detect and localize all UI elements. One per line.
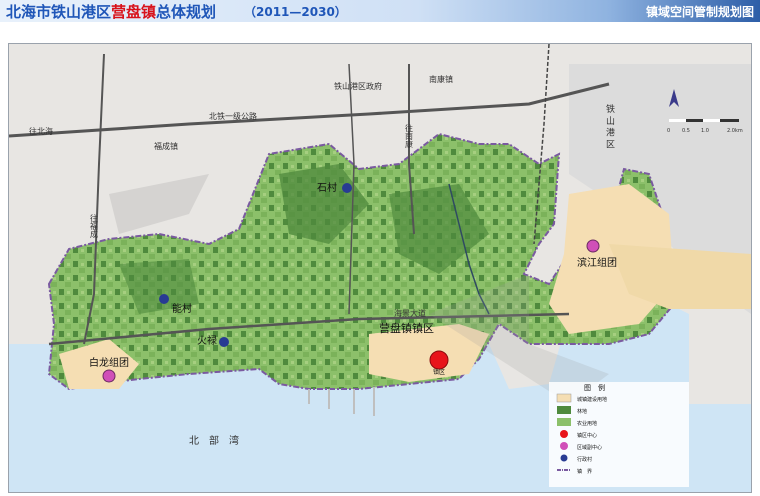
title-years: （2011—2030）	[244, 5, 347, 19]
svg-text:火禄: 火禄	[197, 334, 217, 347]
map-sheet-name: 镇域空间管制规划图	[645, 5, 754, 19]
label-sea: 北 部 湾	[189, 434, 239, 447]
svg-text:镇区中心: 镇区中心	[577, 432, 597, 439]
label-tieshangang: 铁 山 港 区	[604, 103, 615, 149]
svg-text:滨江组团: 滨江组团	[577, 256, 617, 269]
label-yingpan-town: 营盘镇镇区	[379, 321, 434, 335]
svg-text:镇 界: 镇 界	[577, 468, 592, 475]
svg-text:0.5: 0.5	[682, 128, 690, 134]
svg-text:林地: 林地	[577, 408, 587, 415]
svg-text:农业用地: 农业用地	[577, 420, 597, 427]
label-to-nankang: 往南康	[405, 123, 414, 148]
label-nankang: 南康镇	[429, 74, 453, 84]
svg-text:镇区: 镇区	[433, 368, 445, 376]
label-to-beihai: 往北海	[29, 126, 53, 136]
legend-title: 图 例	[584, 383, 605, 392]
svg-text:行政村: 行政村	[577, 456, 592, 463]
title-bar: 北海市铁山港区营盘镇总体规划 （2011—2030） 镇域空间管制规划图	[0, 0, 760, 22]
svg-text:1.0: 1.0	[701, 128, 709, 134]
svg-text:石村: 石村	[317, 181, 337, 194]
title-district: 北海市铁山港区	[6, 3, 112, 21]
svg-text:能村: 能村	[172, 302, 192, 315]
map-title: 北海市铁山港区营盘镇总体规划	[6, 1, 216, 22]
svg-text:0: 0	[667, 128, 670, 134]
title-plan: 总体规划	[156, 3, 217, 21]
legend: 图 例 城镇建设用地 林地 农业用地 镇区中心 区域副中心 行政村 镇 界	[549, 382, 689, 487]
svg-text:2.0km: 2.0km	[727, 128, 743, 134]
label-beitie-highway: 北铁一级公路	[209, 111, 257, 121]
label-govt: 铁山港区政府	[334, 81, 382, 91]
svg-text:区域副中心: 区域副中心	[577, 444, 602, 451]
label-fucheng: 福成镇	[154, 141, 178, 151]
label-binhai-avenue: 海景大道	[394, 308, 426, 318]
label-to-fucheng: 往福成	[90, 213, 99, 239]
map-canvas: 铁山港区政府 南康镇 福成镇 铁 山 港 区 营盘镇镇区 北铁一级公路 往北海 …	[8, 43, 751, 492]
map-frame: 铁山港区政府 南康镇 福成镇 铁 山 港 区 营盘镇镇区 北铁一级公路 往北海 …	[8, 43, 752, 493]
svg-text:城镇建设用地: 城镇建设用地	[577, 396, 607, 403]
title-town: 营盘镇	[111, 3, 157, 21]
svg-text:白龙组团: 白龙组团	[89, 356, 129, 369]
